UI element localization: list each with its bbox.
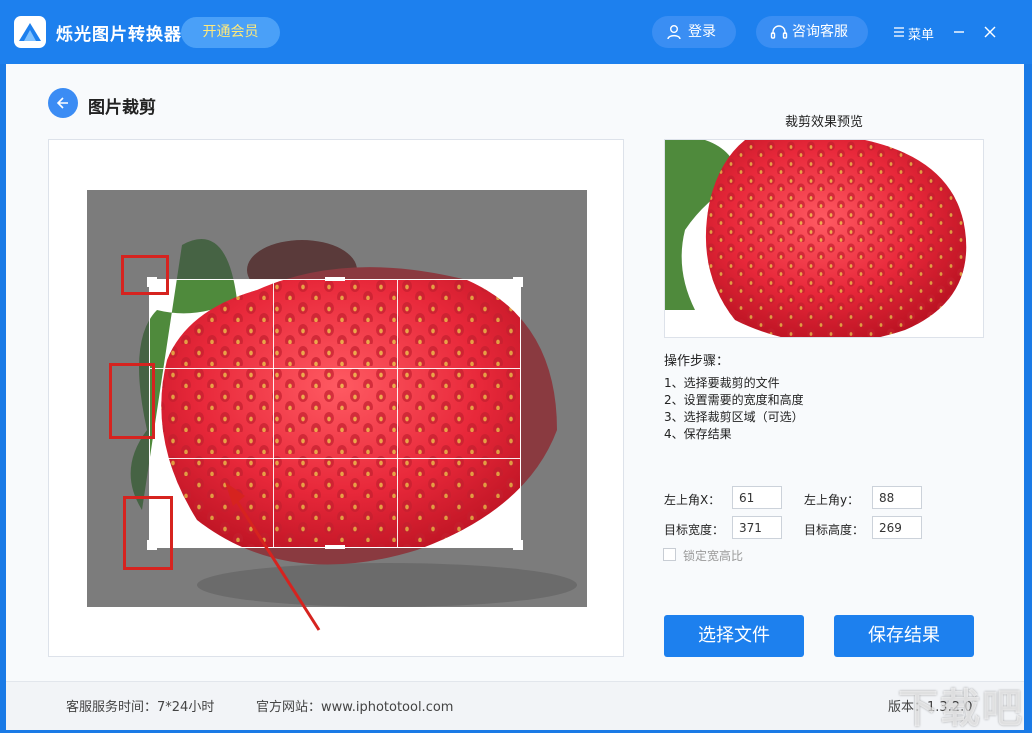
vip-button[interactable]: 开通会员 [181, 17, 280, 48]
customer-service-button[interactable]: 咨询客服 [756, 16, 868, 48]
watermark: 下载吧 [898, 686, 1024, 732]
steps-title: 操作步骤： [664, 354, 730, 369]
status-footer: 客服服务时间：7*24小时 官方网站：www.iphototool.com 版本… [6, 681, 1024, 730]
step-item: 1、选择要裁剪的文件 [664, 376, 780, 390]
website-link[interactable]: 官方网站：www.iphototool.com [256, 696, 453, 715]
top-left-y-input[interactable] [872, 486, 922, 509]
target-width-label: 目标宽度： [664, 523, 725, 537]
step-item: 4、保存结果 [664, 427, 732, 441]
app-title: 烁光图片转换器 [56, 25, 182, 45]
menu-label: 菜单 [908, 28, 935, 43]
logo-icon [14, 16, 46, 48]
user-icon [667, 25, 681, 40]
choose-file-button[interactable]: 选择文件 [664, 615, 804, 657]
top-left-x-label: 左上角X： [664, 493, 721, 507]
menu-icon [894, 27, 904, 37]
headset-icon [770, 25, 788, 39]
preview-label: 裁剪效果预览 [784, 115, 863, 130]
crop-grid-line [149, 368, 521, 369]
top-left-x-input[interactable] [732, 486, 782, 509]
login-button[interactable]: 登录 [652, 16, 736, 48]
crop-grid-line [397, 279, 398, 548]
target-height-label: 目标高度： [804, 523, 865, 537]
minimize-icon[interactable] [951, 24, 967, 40]
close-icon[interactable] [982, 24, 998, 40]
crop-handle-top-right[interactable] [513, 277, 523, 287]
top-left-y-label: 左上角y： [804, 493, 860, 507]
annotation-box [121, 255, 169, 295]
login-label: 登录 [688, 24, 716, 40]
step-item: 2、设置需要的宽度和高度 [664, 393, 804, 407]
back-button[interactable] [48, 88, 78, 118]
crop-panel [48, 139, 624, 657]
title-bar: 烁光图片转换器 开通会员 登录 咨询客服 菜单 [0, 0, 1032, 64]
page-title: 图片裁剪 [88, 98, 156, 118]
main-panel: 图片裁剪 裁剪效果预览 操作步骤： 1、选择要裁剪的文件 2、设置需要的宽度和高… [6, 64, 1024, 730]
service-label: 咨询客服 [792, 24, 848, 40]
target-height-input[interactable] [872, 516, 922, 539]
annotation-box [123, 496, 173, 570]
crop-handle-bottom-right[interactable] [513, 540, 523, 550]
lock-aspect-checkbox[interactable] [663, 548, 676, 561]
target-width-input[interactable] [732, 516, 782, 539]
lock-aspect-label: 锁定宽高比 [683, 549, 744, 563]
annotation-box [109, 363, 155, 439]
annotation-arrow-icon [225, 482, 321, 631]
crop-grid-line [149, 458, 521, 459]
save-result-button[interactable]: 保存结果 [834, 615, 974, 657]
crop-handle-top[interactable] [325, 277, 345, 281]
step-item: 3、选择裁剪区域（可选） [664, 410, 804, 424]
crop-preview-image [664, 139, 984, 338]
service-hours-text: 客服服务时间：7*24小时 [66, 700, 215, 715]
arrow-left-icon [56, 97, 68, 109]
